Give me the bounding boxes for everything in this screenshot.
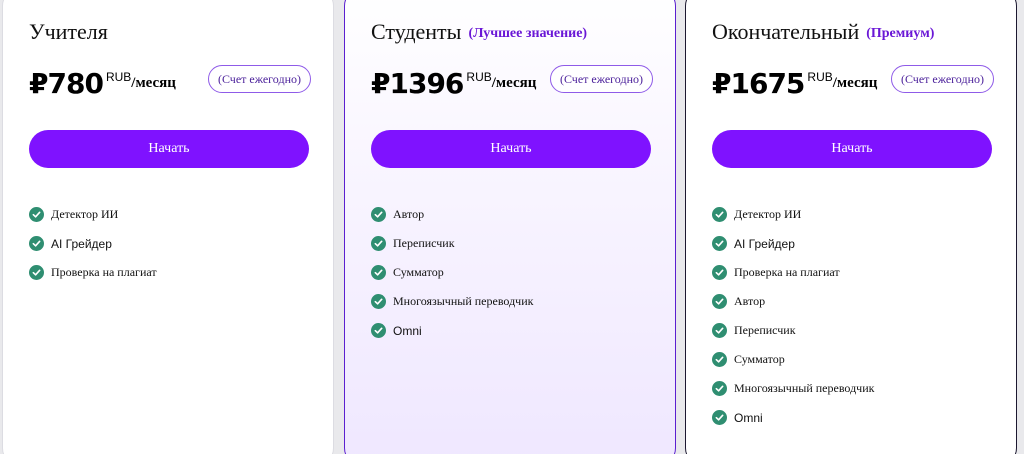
feature-label: Сумматор [734, 352, 785, 366]
feature-label: Сумматор [393, 265, 444, 279]
feature-item: Многоязычный переводчик [712, 374, 874, 403]
premium-badge: (Премиум) [866, 26, 935, 41]
plan-card-ultimate: Окончательный (Премиум) ₽1675 RUB/месяц (С… [685, 0, 1017, 454]
price-currency: RUB [105, 70, 132, 84]
billing-badge: (Счет ежегодно) [890, 65, 994, 93]
check-circle-icon [712, 323, 727, 338]
feature-label: Многоязычный переводчик [393, 294, 534, 308]
feature-label: Omni [734, 410, 763, 425]
feature-label: Переписчик [393, 236, 455, 250]
price-period: /месяц [832, 75, 878, 91]
feature-label: Omni [393, 323, 422, 338]
price-row: ₽780 RUB/месяц (Счет ежегодно) [29, 65, 311, 111]
check-circle-icon [712, 381, 727, 396]
plan-title: Окончательный (Премиум) [712, 19, 934, 45]
feature-label: AI Грейдер [734, 236, 795, 251]
feature-item: Omni [371, 316, 533, 345]
plan-card-teachers: Учителя ₽780 RUB/месяц (Счет ежегодно) На… [2, 0, 334, 454]
price-row: ₽1675 RUB/месяц (Счет ежегодно) [712, 65, 994, 111]
check-circle-icon [371, 236, 386, 251]
price-period: /месяц [131, 75, 176, 91]
check-circle-icon [371, 294, 386, 309]
check-circle-icon [712, 207, 727, 222]
check-circle-icon [371, 323, 386, 338]
check-circle-icon [371, 207, 386, 222]
feature-item: Сумматор [371, 258, 533, 287]
price-currency: RUB [466, 70, 492, 84]
plan-title-text: Учителя [29, 19, 108, 44]
feature-item: Переписчик [712, 316, 874, 345]
price-amount: ₽1675 [712, 67, 805, 100]
best-value-badge: (Лучшее значение) [468, 26, 588, 41]
check-circle-icon [29, 207, 44, 222]
price-period: /месяц [491, 75, 537, 91]
price-amount: ₽1396 [371, 67, 464, 100]
check-circle-icon [712, 265, 727, 280]
feature-item: Сумматор [712, 345, 874, 374]
feature-item: Переписчик [371, 229, 533, 258]
feature-list: Детектор ИИ AI Грейдер Проверка на плагиат… [712, 200, 874, 432]
feature-list: Детектор ИИ AI Грейдер Проверка на плагиат [29, 200, 157, 287]
check-circle-icon [29, 236, 44, 251]
feature-label: Автор [734, 294, 766, 308]
check-circle-icon [712, 294, 727, 309]
feature-label: AI Грейдер [51, 236, 112, 251]
feature-item: Детектор ИИ [29, 200, 157, 229]
pricing-page: Учителя ₽780 RUB/месяц (Счет ежегодно) На… [0, 0, 1024, 454]
feature-item: Omni [712, 403, 874, 432]
start-button[interactable]: Начать [712, 130, 992, 168]
check-circle-icon [29, 265, 44, 280]
feature-item: Автор [712, 287, 874, 316]
price-currency: RUB [807, 70, 833, 84]
check-circle-icon [712, 410, 727, 425]
plan-title-text: Студенты [371, 19, 462, 44]
feature-item: AI Грейдер [29, 229, 157, 258]
price: ₽1675 RUB/месяц [712, 67, 877, 100]
start-button[interactable]: Начать [371, 130, 651, 168]
feature-label: Автор [393, 207, 425, 221]
feature-item: Проверка на плагиат [712, 258, 874, 287]
check-circle-icon [712, 236, 727, 251]
start-button[interactable]: Начать [29, 130, 309, 168]
plan-card-students: Студенты (Лучшее значение) ₽1396 RUB/месяц… [344, 0, 676, 454]
feature-label: Детектор ИИ [734, 207, 802, 221]
feature-label: Многоязычный переводчик [734, 381, 875, 395]
feature-list: Автор Переписчик Сумматор Многоязычный пере… [371, 200, 533, 345]
feature-item: Детектор ИИ [712, 200, 874, 229]
price-amount: ₽780 [29, 67, 104, 100]
plan-title-text: Окончательный [712, 19, 860, 44]
feature-item: AI Грейдер [712, 229, 874, 258]
price: ₽780 RUB/месяц [29, 67, 176, 100]
price: ₽1396 RUB/месяц [371, 67, 536, 100]
feature-item: Многоязычный переводчик [371, 287, 533, 316]
check-circle-icon [712, 352, 727, 367]
feature-label: Детектор ИИ [51, 207, 119, 221]
feature-label: Проверка на плагиат [734, 265, 840, 279]
feature-label: Переписчик [734, 323, 796, 337]
price-row: ₽1396 RUB/месяц (Счет ежегодно) [371, 65, 653, 111]
feature-label: Проверка на плагиат [51, 265, 157, 279]
billing-badge: (Счет ежегодно) [549, 65, 653, 93]
billing-badge: (Счет ежегодно) [207, 65, 311, 93]
feature-item: Проверка на плагиат [29, 258, 157, 287]
feature-item: Автор [371, 200, 533, 229]
plan-title: Учителя [29, 19, 108, 45]
check-circle-icon [371, 265, 386, 280]
plan-title: Студенты (Лучшее значение) [371, 19, 587, 45]
